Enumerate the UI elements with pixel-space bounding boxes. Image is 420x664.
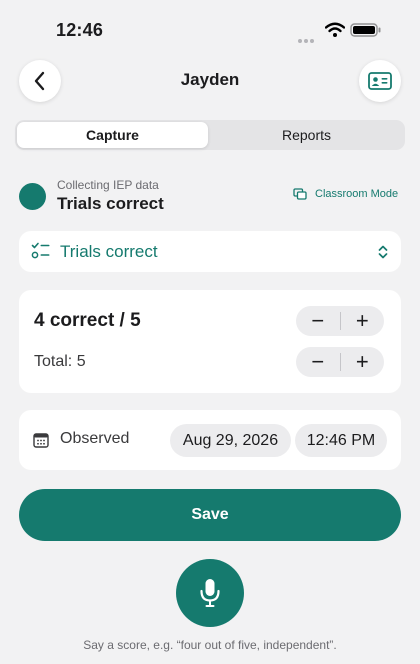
status-dots-icon	[298, 30, 320, 43]
correct-stepper: − +	[296, 306, 384, 336]
trial-count-card: 4 correct / 5 − + Total: 5 − +	[19, 290, 401, 393]
back-button[interactable]	[19, 60, 61, 102]
save-button[interactable]: Save	[19, 489, 401, 541]
observed-time-picker[interactable]: 12:46 PM	[295, 424, 387, 457]
goal-picker[interactable]: Trials correct	[19, 231, 401, 272]
mode-tabs: Capture Reports	[15, 120, 405, 150]
calendar-icon	[33, 433, 49, 448]
total-stepper: − +	[296, 347, 384, 377]
microphone-icon	[200, 579, 220, 607]
classroom-mode-button[interactable]: Classroom Mode	[293, 188, 398, 200]
tab-capture[interactable]: Capture	[17, 122, 208, 148]
collecting-indicator	[19, 183, 46, 210]
correct-count-label: 4 correct / 5	[34, 310, 141, 331]
total-count-label: Total: 5	[34, 353, 86, 370]
student-profile-button[interactable]	[359, 60, 401, 102]
collecting-caption: Collecting IEP data	[57, 178, 159, 192]
tab-reports[interactable]: Reports	[210, 122, 403, 148]
collecting-title: Trials correct	[57, 194, 164, 213]
chevron-left-icon	[34, 71, 45, 91]
observed-card: Observed Aug 29, 2026 12:46 PM	[19, 410, 401, 470]
id-card-icon	[368, 72, 392, 90]
status-time: 12:46	[56, 20, 104, 40]
battery-icon	[350, 23, 381, 37]
checklist-icon	[31, 242, 50, 259]
total-decrement-button[interactable]: −	[296, 347, 340, 377]
wifi-icon	[325, 22, 345, 37]
observed-label: Observed	[60, 430, 130, 447]
classroom-mode-label: Classroom Mode	[315, 188, 399, 200]
page-title: Jayden	[180, 70, 240, 89]
chevron-up-down-icon	[378, 245, 388, 259]
observed-date-picker[interactable]: Aug 29, 2026	[170, 424, 291, 457]
copy-window-icon	[293, 188, 307, 200]
correct-increment-button[interactable]: +	[341, 306, 385, 336]
goal-picker-value: Trials correct	[60, 242, 158, 261]
voice-hint: Say a score, e.g. “four out of five, ind…	[83, 638, 337, 652]
voice-input-button[interactable]	[176, 559, 244, 627]
total-increment-button[interactable]: +	[341, 347, 385, 377]
correct-decrement-button[interactable]: −	[296, 306, 340, 336]
